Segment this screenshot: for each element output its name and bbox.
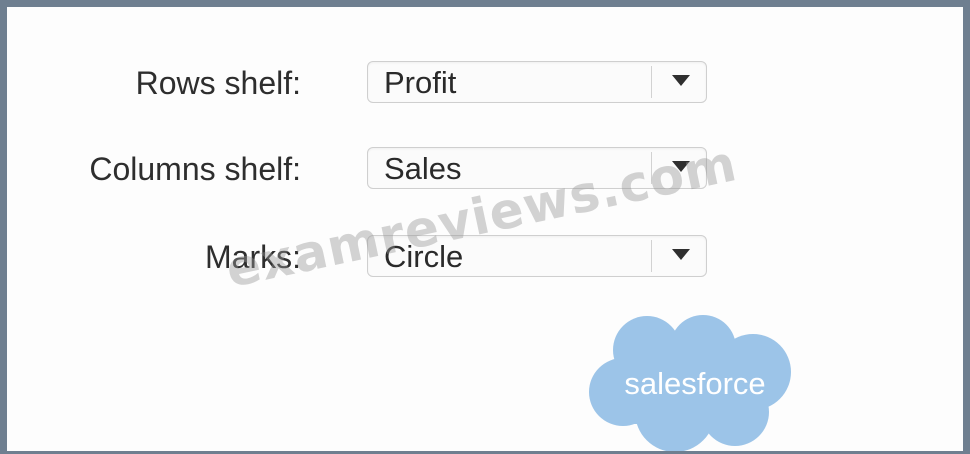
salesforce-cloud-logo: salesforce	[589, 315, 791, 451]
marks-row: Marks: Circle	[7, 233, 907, 281]
chevron-down-icon[interactable]	[672, 161, 690, 172]
dropdown-separator	[651, 66, 652, 98]
chevron-down-icon[interactable]	[672, 75, 690, 86]
rows-shelf-dropdown[interactable]: Profit	[367, 61, 707, 103]
rows-shelf-label: Rows shelf:	[135, 64, 301, 101]
logo-text: salesforce	[624, 366, 765, 401]
dropdown-separator	[651, 240, 652, 272]
marks-label: Marks:	[205, 238, 301, 275]
marks-dropdown[interactable]: Circle	[367, 235, 707, 277]
marks-value: Circle	[384, 239, 464, 274]
rows-shelf-value: Profit	[384, 65, 457, 100]
dialog-frame: Rows shelf: Profit Columns shelf: Sales …	[0, 0, 970, 454]
columns-shelf-row: Columns shelf: Sales	[7, 145, 907, 193]
rows-shelf-row: Rows shelf: Profit	[7, 59, 907, 107]
chevron-down-icon[interactable]	[672, 249, 690, 260]
columns-shelf-value: Sales	[384, 151, 462, 186]
columns-shelf-dropdown[interactable]: Sales	[367, 147, 707, 189]
dropdown-separator	[651, 152, 652, 184]
columns-shelf-label: Columns shelf:	[89, 150, 301, 187]
